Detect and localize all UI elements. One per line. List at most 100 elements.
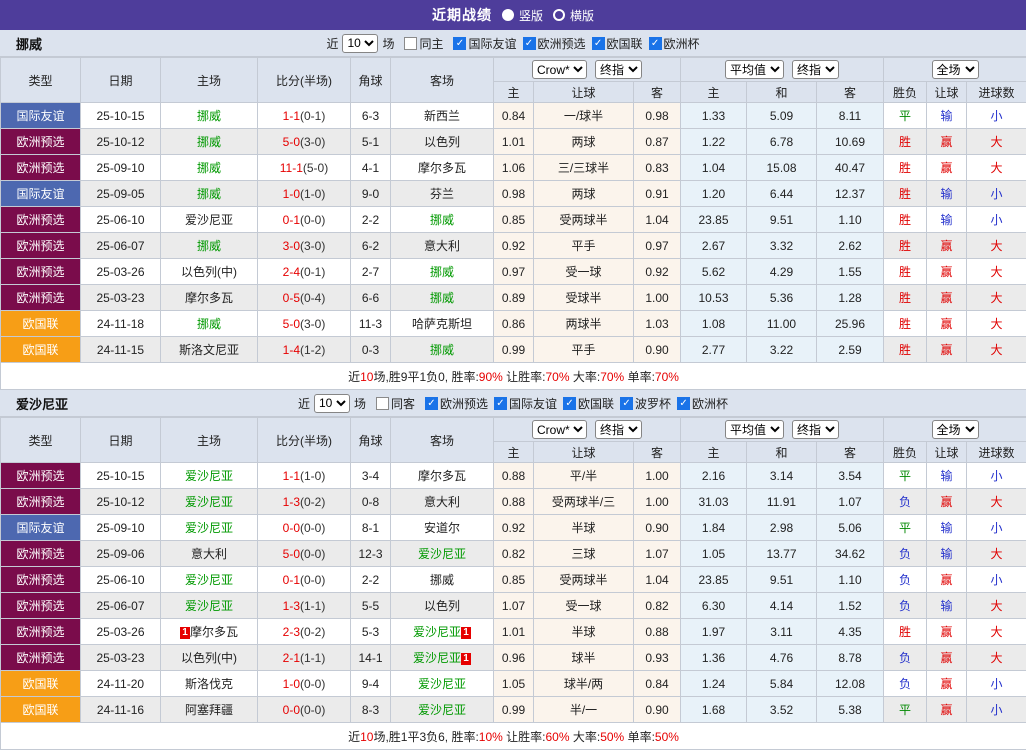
- match-score: 1-0(0-0): [258, 671, 351, 697]
- match-score: 2-4(0-1): [258, 259, 351, 285]
- match-row: 欧洲预选25-09-10挪威11-1(5-0)4-1摩尔多瓦1.06三/三球半0…: [1, 155, 1026, 181]
- checkbox-checked-icon[interactable]: ✓: [592, 37, 605, 50]
- checkbox-checked-icon[interactable]: ✓: [453, 37, 466, 50]
- match-date: 25-10-12: [81, 129, 161, 155]
- avg-draw-odds: 2.98: [747, 515, 817, 541]
- half-score: (5-0): [303, 161, 328, 175]
- match-row: 欧洲预选25-03-23以色列(中)2-1(1-1)14-1爱沙尼亚10.96球…: [1, 645, 1026, 671]
- checkbox-icon[interactable]: [404, 37, 417, 50]
- radio-unselected-icon[interactable]: [553, 9, 565, 21]
- layout-radio-vertical[interactable]: 竖版: [502, 7, 543, 24]
- handicap-result: 输: [927, 541, 967, 567]
- provider-select[interactable]: Crow*: [532, 420, 587, 439]
- checkbox-checked-icon[interactable]: ✓: [494, 397, 507, 410]
- scope-select[interactable]: 全场: [932, 420, 979, 439]
- league-label: 国际友谊: [509, 395, 557, 412]
- filter-controls: 近 10 场 同客 ✓欧洲预选✓国际友谊✓欧国联✓波罗杯✓欧洲杯: [298, 394, 728, 413]
- match-type-badge: 欧洲预选: [1, 463, 81, 489]
- league-label: 欧国联: [578, 395, 614, 412]
- league-filter[interactable]: ✓欧国联: [592, 35, 643, 52]
- full-score: 2-4: [283, 265, 300, 279]
- average-select[interactable]: 平均值: [725, 60, 784, 79]
- match-type-badge: 欧洲预选: [1, 285, 81, 311]
- avg-away-odds: 3.54: [817, 463, 884, 489]
- provider-final-select[interactable]: 终指: [595, 420, 642, 439]
- checkbox-checked-icon[interactable]: ✓: [563, 397, 576, 410]
- checkbox-icon[interactable]: [376, 397, 389, 410]
- near-label: 近: [326, 35, 338, 52]
- handicap-result: 赢: [927, 337, 967, 363]
- provider-final-select[interactable]: 终指: [595, 60, 642, 79]
- page-title: 近期战绩: [432, 5, 492, 25]
- winloss-result: 负: [884, 593, 927, 619]
- col-avg-draw: 和: [747, 82, 817, 103]
- team-name-other: 斯洛伐克: [185, 677, 233, 691]
- half-score: (1-0): [300, 187, 325, 201]
- avg-draw-odds: 4.29: [747, 259, 817, 285]
- crow-handicap: 平手: [534, 233, 634, 259]
- col-crow-home: 主: [494, 82, 534, 103]
- avg-away-odds: 2.62: [817, 233, 884, 259]
- crow-away-odds: 1.04: [634, 567, 681, 593]
- handicap-result: 赢: [927, 645, 967, 671]
- winloss-result: 胜: [884, 619, 927, 645]
- same-venue-label: 同客: [391, 395, 415, 412]
- odds-group-average: 平均值 终指: [681, 58, 884, 82]
- layout-radio-horizontal[interactable]: 横版: [553, 7, 594, 24]
- match-score: 1-0(1-0): [258, 181, 351, 207]
- crow-handicap: 两球: [534, 129, 634, 155]
- result-group: 全场: [884, 418, 1026, 442]
- league-filter[interactable]: ✓国际友谊: [494, 395, 557, 412]
- checkbox-checked-icon[interactable]: ✓: [677, 397, 690, 410]
- checkbox-checked-icon[interactable]: ✓: [649, 37, 662, 50]
- recent-count-select[interactable]: 10: [342, 34, 378, 53]
- checkbox-checked-icon[interactable]: ✓: [425, 397, 438, 410]
- crow-handicap: 平手: [534, 337, 634, 363]
- league-filter[interactable]: ✓欧洲杯: [677, 395, 728, 412]
- checkbox-checked-icon[interactable]: ✓: [523, 37, 536, 50]
- goals-result: 大: [967, 541, 1026, 567]
- league-filter[interactable]: ✓波罗杯: [620, 395, 671, 412]
- league-filter[interactable]: ✓欧洲预选: [523, 35, 586, 52]
- provider-select[interactable]: Crow*: [532, 60, 587, 79]
- corner-count: 12-3: [351, 541, 391, 567]
- full-score: 0-1: [283, 213, 300, 227]
- handicap-result: 赢: [927, 311, 967, 337]
- avg-home-odds: 6.30: [681, 593, 747, 619]
- average-select[interactable]: 平均值: [725, 420, 784, 439]
- average-final-select[interactable]: 终指: [792, 420, 839, 439]
- team-name-focus: 挪威: [430, 213, 454, 227]
- team-name-focus: 爱沙尼亚: [185, 521, 233, 535]
- team-name-focus: 爱沙尼亚: [185, 573, 233, 587]
- league-filter[interactable]: ✓国际友谊: [453, 35, 516, 52]
- summary-text: 单率:: [624, 730, 655, 744]
- full-score: 1-4: [283, 343, 300, 357]
- team-name-focus: 挪威: [197, 135, 221, 149]
- goals-result: 大: [967, 285, 1026, 311]
- summary-value: 70%: [600, 370, 624, 384]
- recent-count-select[interactable]: 10: [314, 394, 350, 413]
- corner-count: 11-3: [351, 311, 391, 337]
- checkbox-checked-icon[interactable]: ✓: [620, 397, 633, 410]
- away-team: 哈萨克斯坦: [391, 311, 494, 337]
- winloss-result: 胜: [884, 337, 927, 363]
- half-score: (0-0): [300, 703, 325, 717]
- match-score: 1-1(0-1): [258, 103, 351, 129]
- league-filter[interactable]: ✓欧国联: [563, 395, 614, 412]
- winloss-result: 平: [884, 463, 927, 489]
- results-table: 类型 日期 主场 比分(半场) 角球 客场 Crow* 终指 平均值 终指 全场: [0, 57, 1026, 390]
- scope-select[interactable]: 全场: [932, 60, 979, 79]
- match-row: 国际友谊25-09-10爱沙尼亚0-0(0-0)8-1安道尔0.92半球0.90…: [1, 515, 1026, 541]
- league-filter[interactable]: ✓欧洲杯: [649, 35, 700, 52]
- team-filter-bar: 挪威 近 10 场 同主 ✓国际友谊✓欧洲预选✓欧国联✓欧洲杯: [0, 30, 1026, 57]
- matches-label: 场: [354, 395, 366, 412]
- crow-home-odds: 1.06: [494, 155, 534, 181]
- radio-selected-icon[interactable]: [502, 9, 514, 21]
- league-filter[interactable]: ✓欧洲预选: [425, 395, 488, 412]
- match-type-badge: 欧洲预选: [1, 155, 81, 181]
- same-venue-filter[interactable]: 同客: [376, 395, 415, 412]
- away-team: 爱沙尼亚: [391, 671, 494, 697]
- match-row: 欧洲预选25-03-26以色列(中)2-4(0-1)2-7挪威0.97受一球0.…: [1, 259, 1026, 285]
- same-venue-filter[interactable]: 同主: [404, 35, 443, 52]
- average-final-select[interactable]: 终指: [792, 60, 839, 79]
